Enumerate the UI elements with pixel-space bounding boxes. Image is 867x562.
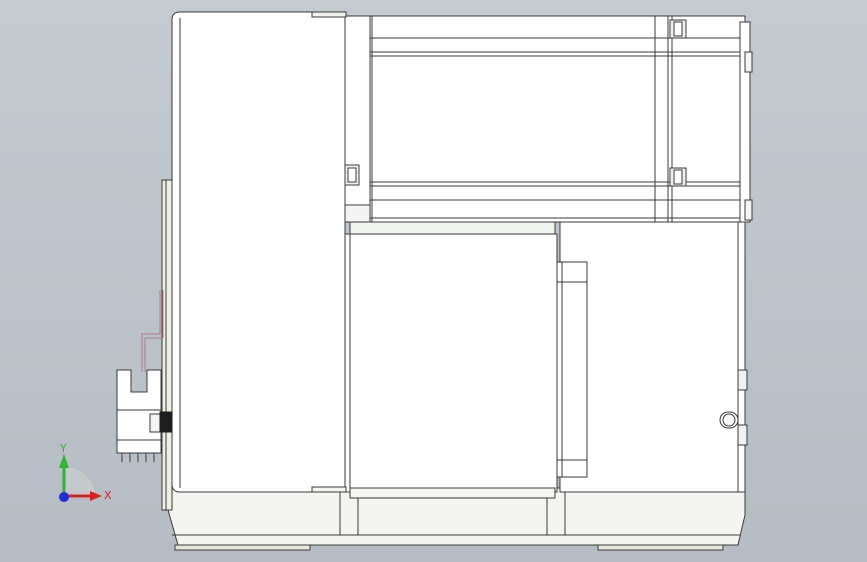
- x-axis-arrow: [90, 491, 102, 501]
- cable-bracket: [141, 290, 164, 372]
- slot-hole: [719, 411, 739, 429]
- y-axis-arrow: [59, 454, 69, 468]
- left-cover: [171, 11, 347, 493]
- right-housing: [559, 221, 748, 493]
- servo-motor: [344, 15, 753, 223]
- z-axis-dot: [59, 492, 69, 502]
- x-axis-label: X: [104, 489, 112, 502]
- coupling-block: [344, 221, 588, 499]
- graphics-viewport[interactable]: Y X: [0, 0, 867, 562]
- y-axis-label: Y: [60, 442, 67, 455]
- model-drawing[interactable]: [0, 0, 867, 562]
- axis-triad: Y X: [40, 436, 120, 516]
- triad-graphic: [59, 454, 102, 502]
- left-side-plate: [161, 179, 173, 511]
